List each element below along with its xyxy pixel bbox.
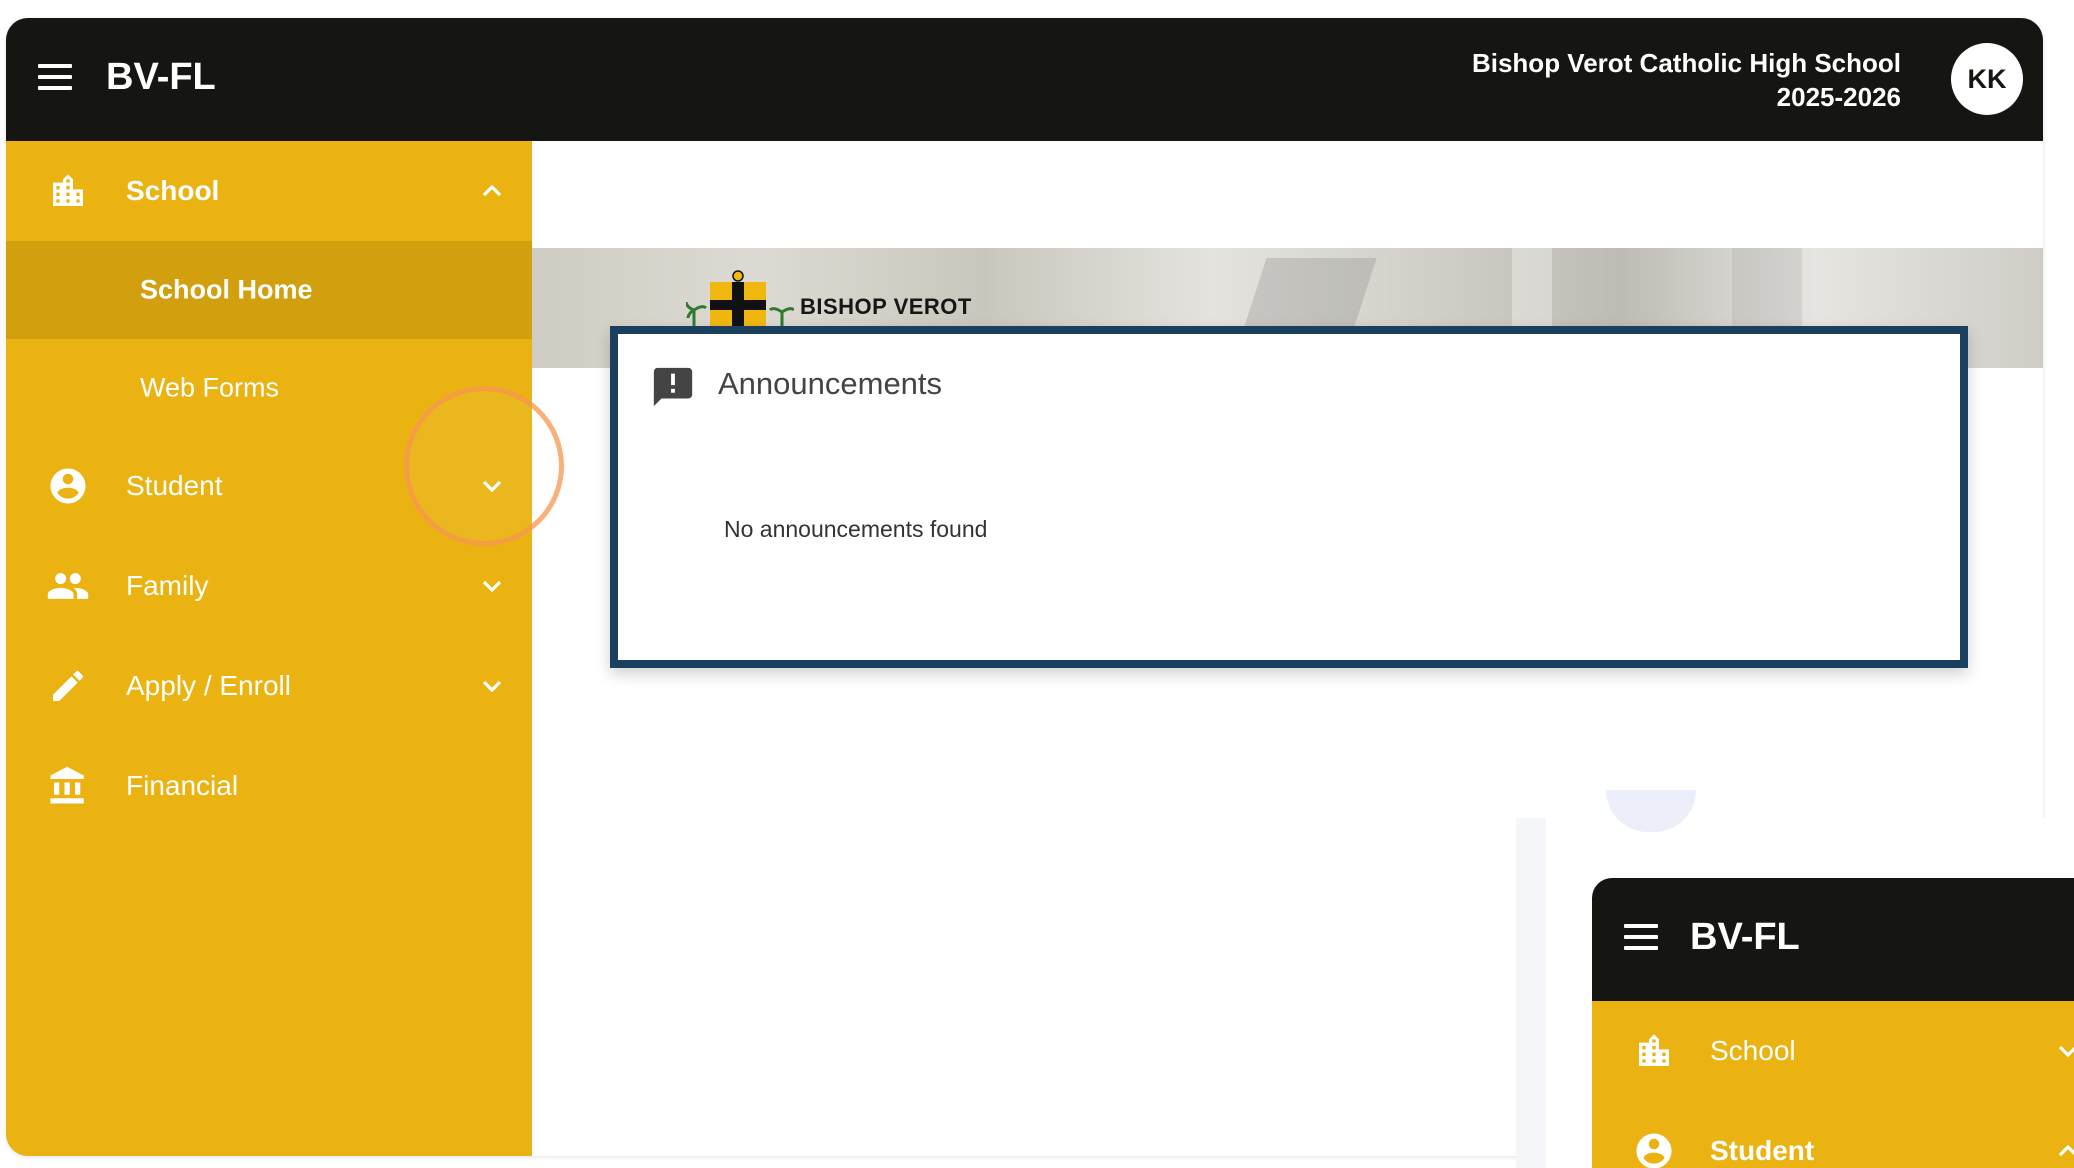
sidebar-item-apply-enroll[interactable]: Apply / Enroll	[6, 636, 532, 736]
screen: BV-FL Bishop Verot Catholic High School …	[0, 0, 2074, 1168]
sidebar-subitem-web-forms[interactable]: Web Forms	[6, 339, 532, 437]
announcements-title: Announcements	[718, 366, 943, 401]
school-year: 2025-2026	[1776, 82, 1901, 112]
sidebar-item-family[interactable]: Family	[6, 536, 532, 636]
app-title: BV-FL	[106, 56, 216, 98]
bank-icon	[46, 764, 90, 808]
sidebar-item-label: School	[126, 175, 220, 206]
preview-sidebar-nav: School Student	[1592, 1001, 2074, 1168]
sidebar-item-label: Family	[126, 570, 209, 601]
chevron-down-icon[interactable]	[2052, 1035, 2074, 1067]
building-icon	[46, 169, 90, 213]
sidebar-item-label: Financial	[126, 770, 239, 801]
preview-top-app-bar: BV-FL	[1592, 878, 2074, 1001]
chevron-down-icon[interactable]	[476, 570, 508, 602]
preview-sidebar-item-label: School	[1710, 1035, 1796, 1066]
announcement-icon	[650, 364, 696, 410]
sidebar-item-school[interactable]: School	[6, 141, 532, 241]
school-name: Bishop Verot Catholic High School	[1471, 48, 1901, 78]
sidebar-nav: School School Home Web Forms Student Fam…	[6, 141, 532, 1156]
sidebar-item-student[interactable]: Student	[6, 436, 532, 536]
chevron-up-icon[interactable]	[2052, 1135, 2074, 1167]
preview-sidebar-item-label: Student	[1710, 1135, 1815, 1166]
user-avatar[interactable]: KK	[1951, 43, 2023, 115]
empty-state-message: No announcements found	[724, 516, 988, 542]
menu-icon[interactable]	[1622, 918, 1662, 958]
account-circle-icon	[46, 464, 90, 508]
menu-icon[interactable]	[36, 58, 76, 98]
preview-sidebar-item-school[interactable]: School	[1592, 1001, 2074, 1101]
building-icon	[1632, 1029, 1676, 1073]
school-info: Bishop Verot Catholic High School 2025-2…	[1472, 46, 1901, 114]
sidebar-subitem-school-home[interactable]: School Home	[6, 241, 532, 339]
preview-sidebar-item-student[interactable]: Student	[1592, 1101, 2074, 1168]
pencil-icon	[46, 664, 90, 708]
announcements-card: Announcements No announcements found	[610, 326, 1968, 668]
chevron-down-icon[interactable]	[476, 670, 508, 702]
preview-app-title: BV-FL	[1690, 916, 1800, 958]
sidebar-item-label: Student	[126, 470, 223, 501]
sidebar-subitem-label: School Home	[140, 274, 313, 305]
preview-window: BV-FL School Student	[1592, 878, 2074, 1168]
sidebar-item-label: Apply / Enroll	[126, 670, 291, 701]
sidebar-subitem-label: Web Forms	[140, 372, 280, 403]
people-icon	[46, 564, 90, 608]
school-logo: BISHOP VEROT	[686, 268, 972, 330]
sidebar-item-financial[interactable]: Financial	[6, 736, 532, 836]
school-crest-icon	[686, 270, 794, 330]
top-app-bar: BV-FL Bishop Verot Catholic High School …	[6, 18, 2043, 141]
chevron-down-icon[interactable]	[476, 470, 508, 502]
chevron-up-icon[interactable]	[476, 175, 508, 207]
account-circle-icon	[1632, 1129, 1676, 1168]
logo-text: BISHOP VEROT	[800, 294, 972, 319]
